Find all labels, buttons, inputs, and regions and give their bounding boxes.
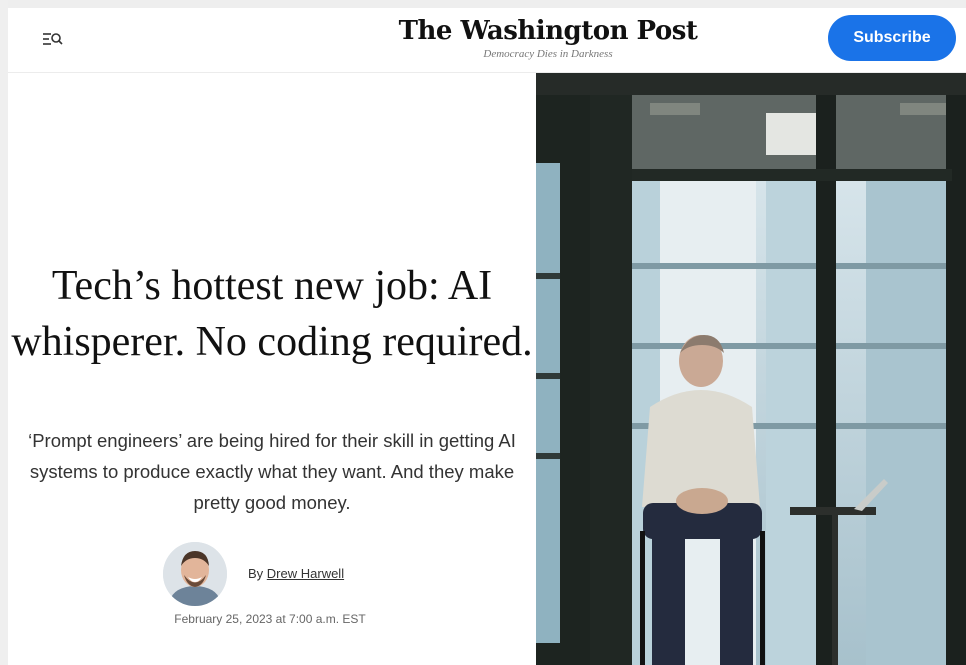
article-headline[interactable]: Tech’s hottest new job: AI whisperer. No… bbox=[8, 258, 536, 370]
author-link[interactable]: Drew Harwell bbox=[267, 566, 344, 581]
window-left-border bbox=[0, 0, 8, 665]
byline-prefix: By bbox=[248, 566, 264, 581]
author-avatar-image bbox=[163, 542, 227, 606]
publish-timestamp: February 25, 2023 at 7:00 a.m. EST bbox=[174, 612, 366, 626]
subscribe-button[interactable]: Subscribe bbox=[828, 15, 956, 61]
window-top-border bbox=[0, 0, 966, 8]
byline: By Drew Harwell bbox=[248, 566, 344, 581]
hero-photo bbox=[536, 73, 966, 665]
hero-photo-illustration bbox=[536, 73, 966, 665]
author-avatar[interactable] bbox=[163, 542, 227, 606]
tagline: Democracy Dies in Darkness bbox=[483, 48, 613, 60]
site-header: The Washington Post Democracy Dies in Da… bbox=[8, 8, 966, 73]
menu-search-icon[interactable] bbox=[42, 30, 64, 50]
article-dek: ‘Prompt engineers’ are being hired for t… bbox=[28, 430, 516, 513]
brand[interactable]: The Washington Post Democracy Dies in Da… bbox=[388, 14, 708, 70]
masthead-logo[interactable]: The Washington Post bbox=[388, 14, 708, 48]
menu-search-glyph bbox=[43, 33, 63, 45]
